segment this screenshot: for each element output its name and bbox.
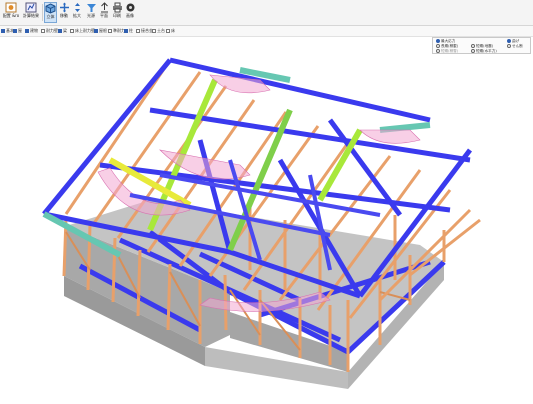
option-label: 土台 [157, 28, 165, 33]
option-beam[interactable]: 梁 [58, 28, 67, 34]
toolbar-label: 配置 &ro [2, 13, 20, 18]
checkbox[interactable] [25, 29, 29, 33]
toolbar-label: 立体 [46, 14, 55, 19]
option-label: 床上耐力壁 [75, 28, 95, 33]
checkbox[interactable] [94, 29, 98, 33]
option-label: 建物 [30, 28, 38, 33]
light-button[interactable]: 光源 [85, 2, 97, 23]
toolbar-label: 拡大 [73, 13, 81, 18]
option-roof[interactable]: 屋根 [94, 28, 107, 34]
checkbox[interactable] [166, 29, 170, 33]
option-label: 柱 [129, 28, 133, 33]
option-sill[interactable]: 土台 [152, 28, 165, 34]
plan-icon [100, 2, 108, 13]
checkbox[interactable] [152, 29, 156, 33]
toolbar-label: 移動 [60, 13, 68, 18]
zoom-icon [74, 3, 80, 12]
checkbox[interactable] [1, 29, 5, 33]
toolbar-label: 画像 [126, 13, 134, 18]
option-label: 梁 [63, 28, 67, 33]
option-label: 耐力壁 [46, 28, 58, 33]
print-icon [112, 2, 122, 13]
image-icon [126, 3, 134, 12]
toolbar-label: 印刷 [113, 13, 121, 18]
cube-icon [45, 3, 56, 14]
option-label: 床 [171, 28, 175, 33]
checkbox[interactable] [136, 29, 140, 33]
image-button[interactable]: 画像 [124, 2, 136, 23]
option-building[interactable]: 建物 [25, 28, 38, 34]
zoom-button[interactable]: 拡大 [71, 2, 83, 23]
checkbox[interactable] [41, 29, 45, 33]
result-button[interactable]: 計算結果 [22, 2, 40, 23]
checkbox[interactable] [70, 29, 74, 33]
option-column[interactable]: 柱 [124, 28, 133, 34]
toolbar: 配置 &ro 計算結果 立体 移動 拡大 光源 平面 印刷 画像 [0, 0, 533, 26]
toolbar-separator [42, 4, 43, 21]
move-button[interactable]: 移動 [58, 2, 70, 23]
move-icon [59, 2, 69, 13]
layout-icon [5, 2, 17, 13]
option-floor-bearing-wall[interactable]: 床上耐力壁 [70, 28, 95, 34]
3d-model-viewport[interactable] [0, 37, 533, 400]
checkbox[interactable] [124, 29, 128, 33]
option-roof-small[interactable]: 屋 [13, 28, 22, 34]
print-button[interactable]: 印刷 [111, 2, 123, 23]
toolbar-label: 計算結果 [23, 13, 39, 18]
3d-frame-model [42, 57, 481, 389]
option-semi-bearing[interactable]: 準耐力 [108, 28, 125, 34]
toolbar-label: 平面 [100, 13, 108, 18]
plan-button[interactable]: 平面 [98, 2, 110, 23]
result-icon [25, 2, 37, 13]
layout-button[interactable]: 配置 &ro [2, 2, 20, 23]
checkbox[interactable] [108, 29, 112, 33]
option-floor[interactable]: 床 [166, 28, 175, 34]
checkbox[interactable] [13, 29, 17, 33]
display-options-bar: 基本 屋 建物 耐力壁 梁 床上耐力壁 屋根 準耐力 柱 接合金 土台 床 [0, 26, 533, 37]
option-joint-hardware[interactable]: 接合金 [136, 28, 153, 34]
option-bearing-wall[interactable]: 耐力壁 [41, 28, 58, 34]
cube-button[interactable]: 立体 [44, 2, 57, 23]
checkbox[interactable] [58, 29, 62, 33]
option-label: 屋 [18, 28, 22, 33]
toolbar-label: 光源 [87, 13, 95, 18]
light-icon [86, 4, 96, 12]
option-label: 屋根 [99, 28, 107, 33]
